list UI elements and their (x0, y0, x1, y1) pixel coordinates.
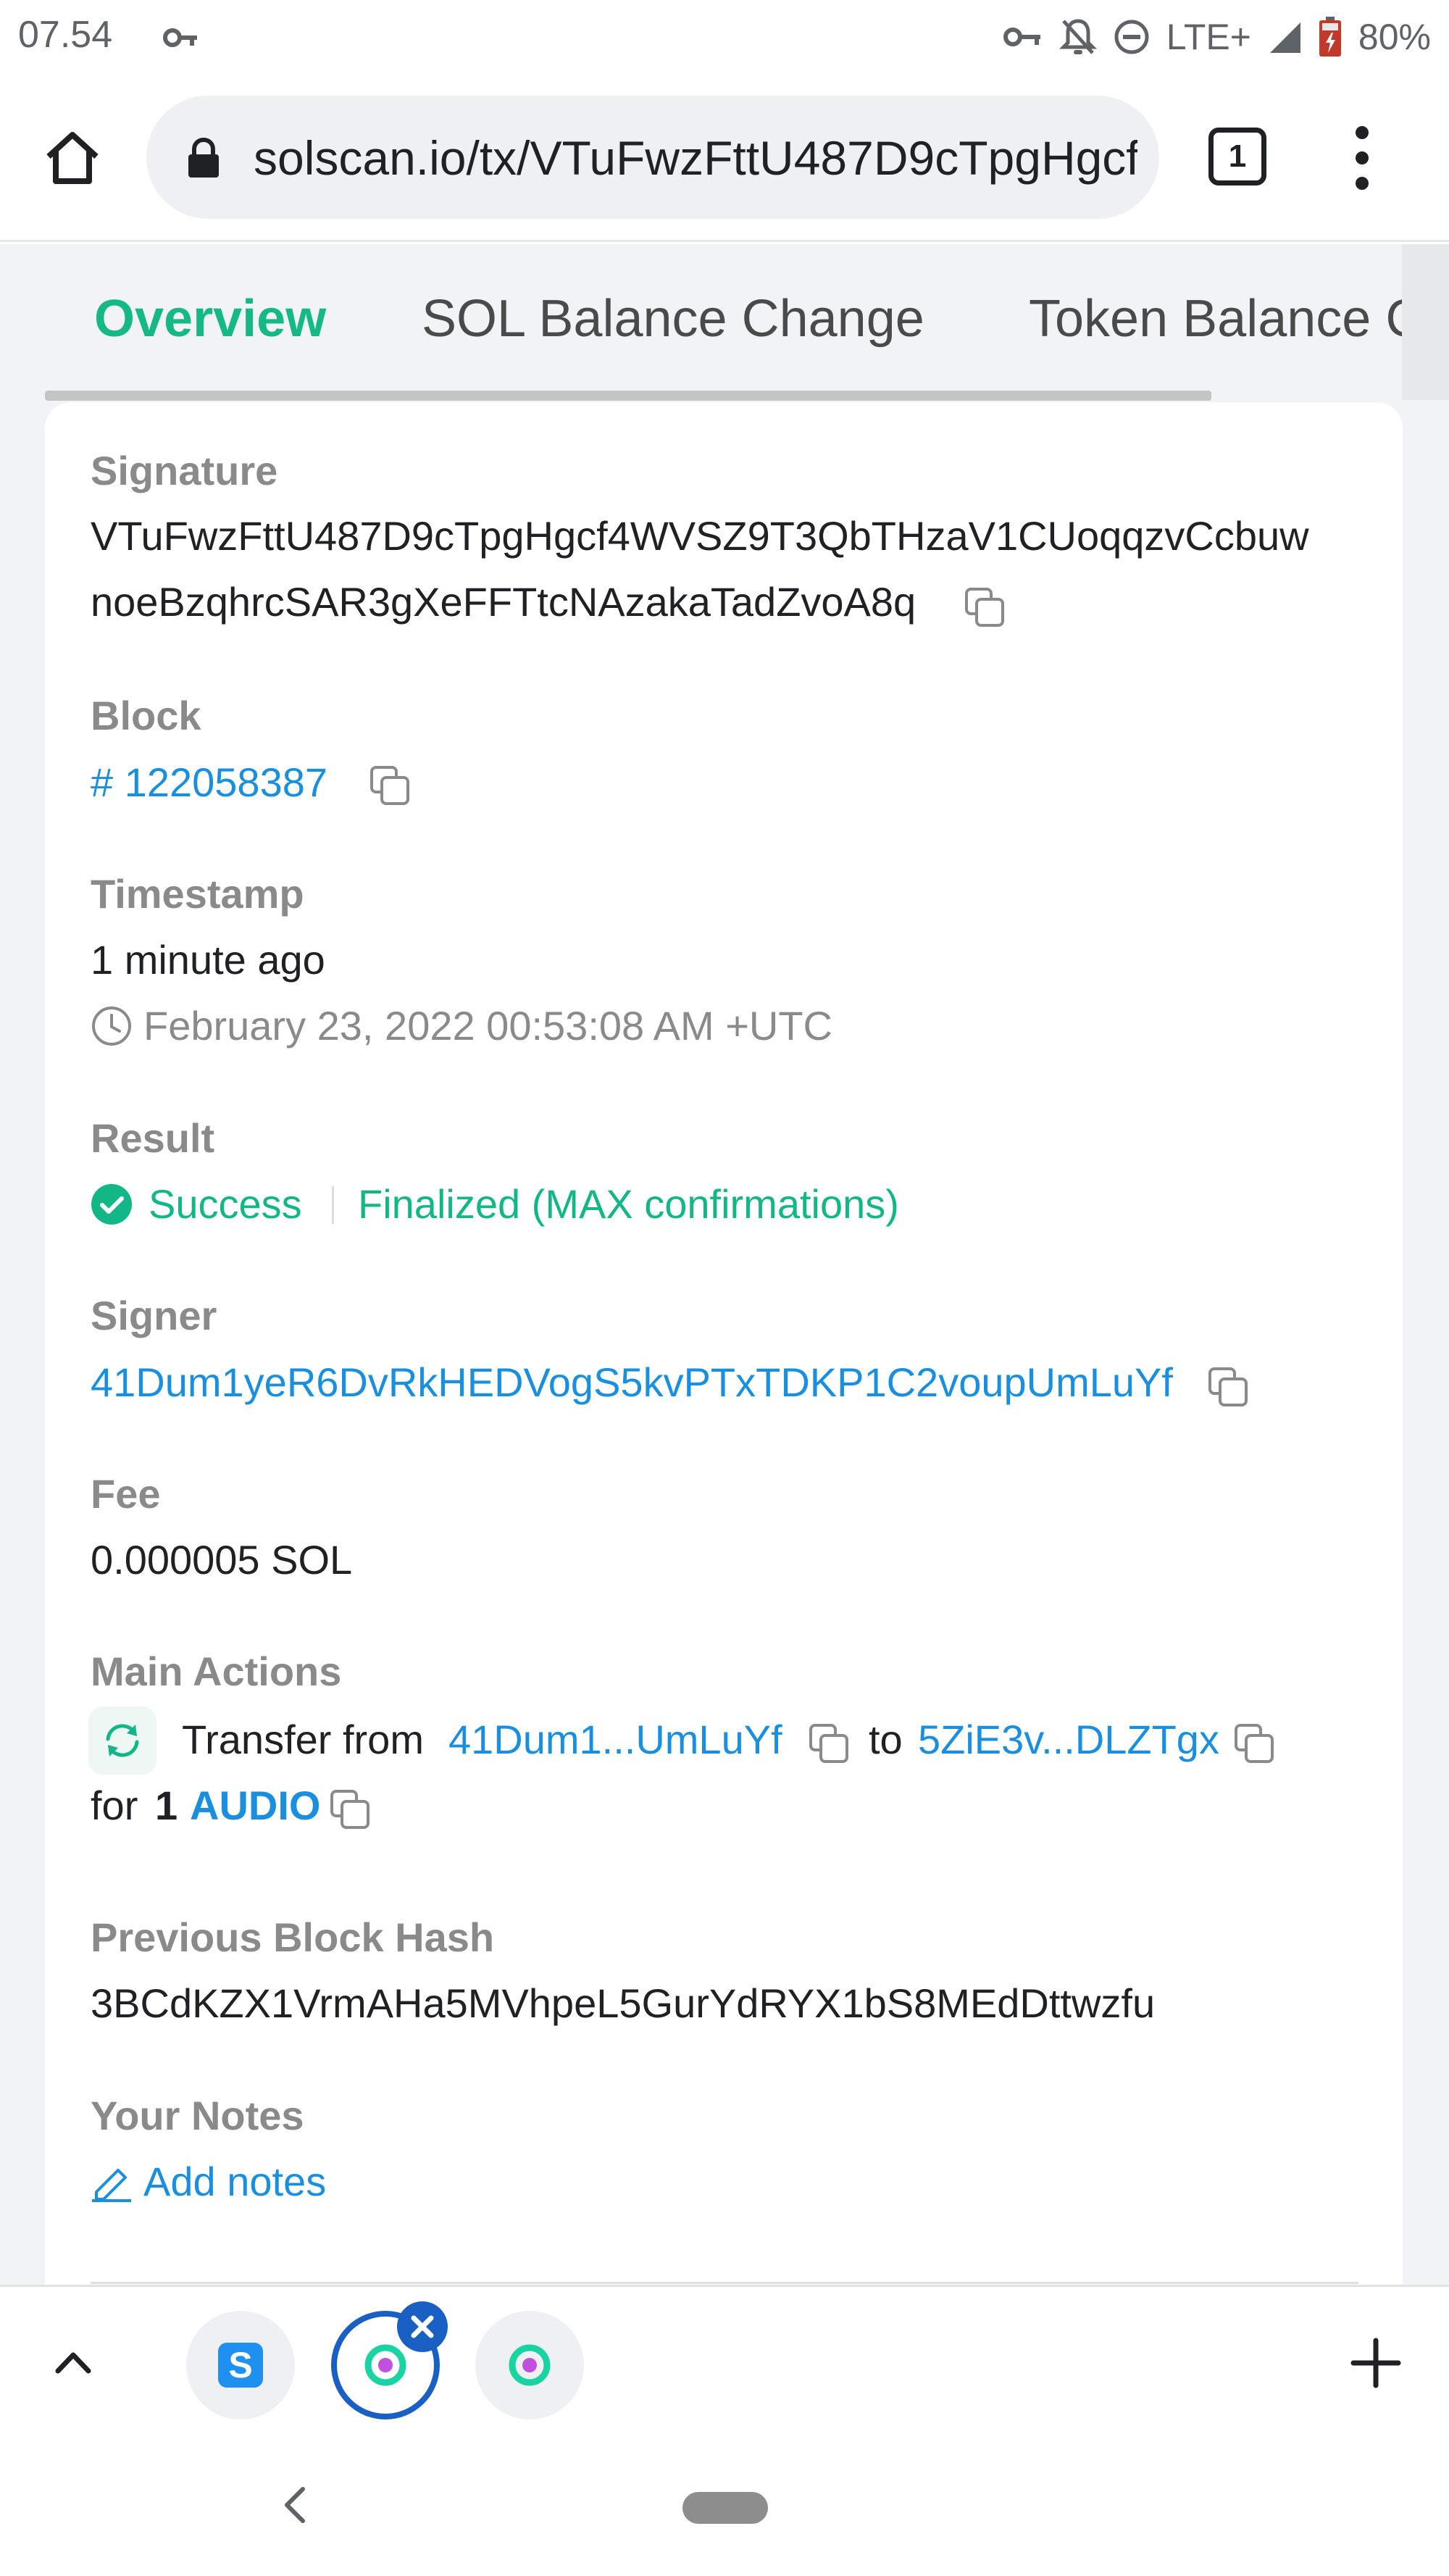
signer-link[interactable]: 41Dum1yeR6DvRkHEDVogS5kvPTxTDKP1C2voupUm… (91, 1359, 1173, 1406)
copy-to-icon[interactable] (1233, 1722, 1275, 1764)
signature-value-line1: VTuFwzFttU487D9cTpgHgcf4WVSZ9T3QbTHzaV1C… (91, 513, 1309, 559)
menu-dot-icon (1356, 126, 1369, 139)
signature-label: Signature (91, 448, 278, 493)
home-button[interactable] (38, 122, 107, 192)
transfer-icon-badge (88, 1706, 156, 1775)
action-from-link[interactable]: 41Dum1...UmLuYf (448, 1716, 782, 1763)
key-icon (163, 28, 197, 47)
menu-dot-icon (1356, 177, 1369, 190)
tab-count: 1 (1228, 138, 1247, 174)
solscan-favicon-icon (509, 2344, 551, 2386)
refresh-icon (106, 1724, 139, 1757)
tx-tabs: Overview SOL Balance Change Token Balanc… (45, 244, 1449, 401)
notes-label: Your Notes (91, 2093, 304, 2138)
tab-thumbnail-3[interactable] (475, 2311, 584, 2419)
block-link[interactable]: # 122058387 (91, 759, 327, 806)
home-icon (46, 132, 99, 184)
copy-signer-icon[interactable] (1207, 1366, 1249, 1408)
url-text[interactable]: solscan.io/tx/VTuFwzFttU487D9cTpgHgcf4WV… (254, 130, 1137, 186)
close-icon (411, 2315, 434, 2338)
tab-switcher-button[interactable]: 1 (1208, 128, 1266, 186)
fee-label: Fee (91, 1471, 161, 1517)
prev-hash-value: 3BCdKZX1VrmAHa5MVhpeL5GurYdRYX1bS8MEdDtt… (91, 1980, 1156, 2026)
main-actions-label: Main Actions (91, 1648, 342, 1694)
fee-value: 0.000005 SOL (91, 1537, 353, 1583)
tab-thumbnail-1[interactable]: S (186, 2311, 295, 2419)
notifications-off-icon (1058, 19, 1097, 54)
action-to-link[interactable]: 5ZiE3v...DLZTgx (918, 1716, 1219, 1763)
copy-signature-icon[interactable] (964, 586, 1006, 628)
address-bar[interactable]: solscan.io/tx/VTuFwzFttU487D9cTpgHgcf4WV… (146, 96, 1159, 219)
timestamp-label: Timestamp (91, 871, 304, 917)
tab-overview[interactable]: Overview (94, 289, 326, 349)
success-check-icon (91, 1184, 132, 1225)
result-divider (332, 1186, 334, 1224)
action-to-word: to (869, 1717, 903, 1762)
tab-favicon-s: S (218, 2343, 263, 2388)
solscan-favicon-icon (364, 2344, 406, 2386)
menu-dot-icon (1356, 151, 1369, 164)
vpn-key-icon (1003, 28, 1040, 46)
tab-scroll-indicator (45, 391, 1211, 401)
clock-icon (92, 1006, 131, 1046)
action-amount: 1 (155, 1783, 178, 1828)
block-label: Block (91, 693, 201, 738)
signer-label: Signer (91, 1293, 217, 1338)
copy-from-icon[interactable] (808, 1722, 850, 1764)
tab-token-balance-change[interactable]: Token Balance Change (1029, 289, 1449, 349)
browser-toolbar: solscan.io/tx/VTuFwzFttU487D9cTpgHgcf4WV… (0, 75, 1449, 242)
result-status: Success (149, 1181, 302, 1227)
result-finality: Finalized (MAX confirmations) (358, 1181, 899, 1227)
tab-strip: S (0, 2285, 1449, 2434)
status-time: 07.54 (18, 14, 113, 56)
battery-percent: 80% (1358, 17, 1431, 57)
close-tab-button[interactable] (397, 2301, 448, 2352)
action-token-link[interactable]: AUDIO (190, 1782, 320, 1829)
overview-card: Signature VTuFwzFttU487D9cTpgHgcf4WVSZ9T… (45, 402, 1403, 2285)
page-content: Overview SOL Balance Change Token Balanc… (0, 244, 1449, 2285)
edit-icon[interactable] (91, 2160, 133, 2202)
action-prefix: Transfer from (182, 1717, 424, 1762)
signal-icon (1269, 22, 1300, 53)
add-notes-link[interactable]: Add notes (143, 2158, 326, 2205)
new-tab-plus-icon[interactable] (1349, 2336, 1403, 2390)
card-divider (91, 2282, 1358, 2284)
battery-icon (1319, 17, 1341, 57)
tab-sol-balance-change[interactable]: SOL Balance Change (422, 289, 924, 349)
copy-block-icon[interactable] (369, 764, 411, 806)
result-label: Result (91, 1115, 215, 1161)
copy-token-icon[interactable] (329, 1788, 371, 1830)
overflow-menu-button[interactable] (1345, 122, 1379, 194)
do-not-disturb-icon (1114, 20, 1149, 54)
tab-favicon-letter: S (228, 2345, 253, 2385)
status-bar: 07.54 LTE+ 80% (0, 0, 1449, 75)
chevron-up-icon[interactable] (48, 2338, 99, 2388)
system-nav-bar (0, 2434, 1449, 2576)
back-icon[interactable] (275, 2482, 316, 2528)
status-indicators: LTE+ 80% (1003, 13, 1431, 61)
action-for-word: for (91, 1783, 138, 1828)
timestamp-absolute: February 23, 2022 00:53:08 AM +UTC (143, 1003, 832, 1049)
prev-hash-label: Previous Block Hash (91, 1914, 495, 1960)
home-gesture-pill[interactable] (682, 2492, 768, 2524)
lock-icon (188, 138, 219, 178)
tab-overflow-fade (1402, 244, 1449, 400)
timestamp-relative: 1 minute ago (91, 937, 325, 983)
network-type: LTE+ (1166, 17, 1251, 57)
signature-value-line2: noeBzqhrcSAR3gXeFFTtcNAzakaTadZvoA8q (91, 579, 916, 625)
